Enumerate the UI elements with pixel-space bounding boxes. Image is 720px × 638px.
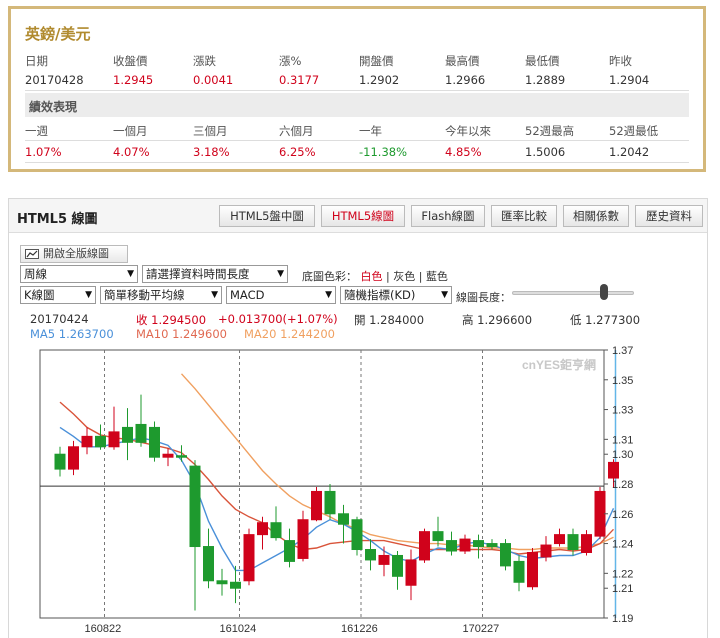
candle-body	[135, 423, 147, 443]
candle-body	[257, 522, 268, 536]
candle-body	[432, 531, 444, 542]
candle-body	[216, 580, 228, 585]
chart-watermark: cnYES鉅亨網	[522, 357, 596, 372]
y-tick-label: 1.28	[612, 479, 633, 491]
x-tick-label: 160822	[85, 623, 122, 635]
x-tick-label: 170227	[463, 623, 500, 635]
y-tick-label: 1.24	[612, 539, 633, 551]
candle-body	[81, 435, 93, 448]
candle-body	[297, 519, 309, 559]
candle-body	[122, 426, 133, 443]
candle-body	[581, 534, 592, 553]
candle-body	[351, 519, 363, 551]
y-tick-label: 1.31	[612, 434, 633, 446]
candle-body	[419, 531, 430, 561]
candle-body	[500, 543, 511, 567]
candle-body	[243, 534, 255, 582]
candle-body	[486, 543, 498, 548]
candle-body	[540, 544, 552, 558]
candle-body	[324, 490, 336, 515]
candle-body	[176, 455, 187, 458]
y-tick-label: 1.35	[612, 375, 633, 387]
x-tick-label: 161226	[341, 623, 378, 635]
y-tick-label: 1.26	[612, 509, 633, 521]
candle-body	[554, 534, 565, 545]
candle-body	[162, 453, 174, 458]
y-tick-label: 1.30	[612, 449, 633, 461]
y-tick-label: 1.37	[612, 345, 633, 357]
candle-body	[149, 426, 160, 458]
candle-body	[608, 461, 619, 479]
y-tick-label: 1.19	[612, 613, 633, 625]
candle-body	[527, 551, 538, 588]
candle-body	[95, 435, 106, 448]
candle-body	[405, 559, 417, 586]
candle-body	[311, 490, 322, 521]
y-tick-label: 1.21	[612, 583, 633, 595]
candle-body	[338, 513, 349, 525]
candle-body	[108, 431, 120, 448]
candlestick-chart[interactable]: 160822 161024 161226 170227 1.37 1.35 1.33 1.31…	[0, 0, 720, 638]
y-tick-label: 1.33	[612, 405, 633, 417]
candle-body	[446, 540, 457, 552]
candle-body	[459, 538, 471, 552]
candle-body	[284, 540, 295, 562]
candle-body	[54, 453, 66, 470]
candle-body	[68, 446, 79, 470]
candle-body	[203, 546, 214, 582]
candle-body	[270, 522, 282, 539]
candle-body	[378, 554, 390, 565]
candle-body	[473, 540, 484, 548]
candle-body	[230, 581, 241, 589]
candle-body	[567, 534, 579, 551]
candle-body	[513, 560, 525, 583]
x-tick-label: 161024	[220, 623, 257, 635]
candle-body	[392, 554, 403, 577]
y-tick-label: 1.22	[612, 568, 633, 580]
candle-body	[594, 490, 606, 537]
candle-body	[189, 465, 201, 548]
candle-body	[365, 549, 376, 561]
